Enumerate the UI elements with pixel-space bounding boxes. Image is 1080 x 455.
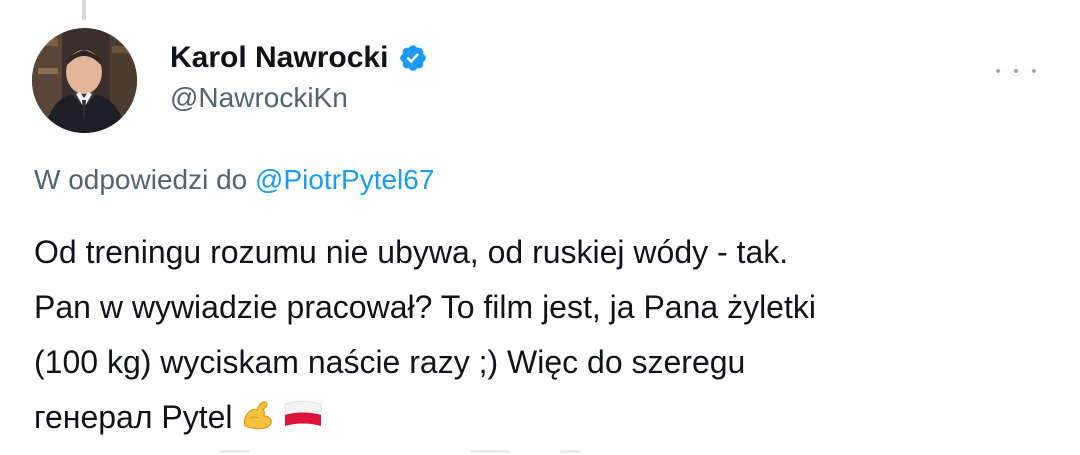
flexed-biceps-icon [243, 401, 272, 430]
tweet-text-line: Pan w wywiadzie pracował? To film jest, … [34, 289, 816, 325]
verified-badge-icon [400, 45, 427, 71]
more-options-icon[interactable] [996, 66, 1036, 76]
tweet-text: Od treningu rozumu nie ubywa, od ruskiej… [34, 225, 1044, 445]
reply-context: W odpowiedzi do @PiotrPytel67 [34, 162, 434, 198]
tweet-text-line: генерал Pytel [34, 399, 233, 435]
poland-flag-icon [284, 401, 321, 426]
author-avatar[interactable] [32, 28, 137, 133]
avatar-photo-icon [32, 28, 137, 133]
reply-to-handle-link[interactable]: @PiotrPytel67 [255, 164, 434, 195]
tweet-text-last-line: генерал Pytel [34, 390, 1044, 445]
next-tweet-edge [0, 448, 1080, 455]
author-display-name[interactable]: Karol Nawrocki [170, 38, 388, 78]
author-name-row: Karol Nawrocki [170, 38, 428, 78]
thread-connector-line [82, 0, 86, 20]
reply-prefix: W odpowiedzi do [34, 164, 248, 195]
tweet-text-line: Od treningu rozumu nie ubywa, od ruskiej… [34, 234, 789, 270]
author-handle[interactable]: @NawrockiKn [170, 80, 348, 116]
tweet-text-line: (100 kg) wyciskam naście razy ;) Więc do… [34, 344, 746, 380]
